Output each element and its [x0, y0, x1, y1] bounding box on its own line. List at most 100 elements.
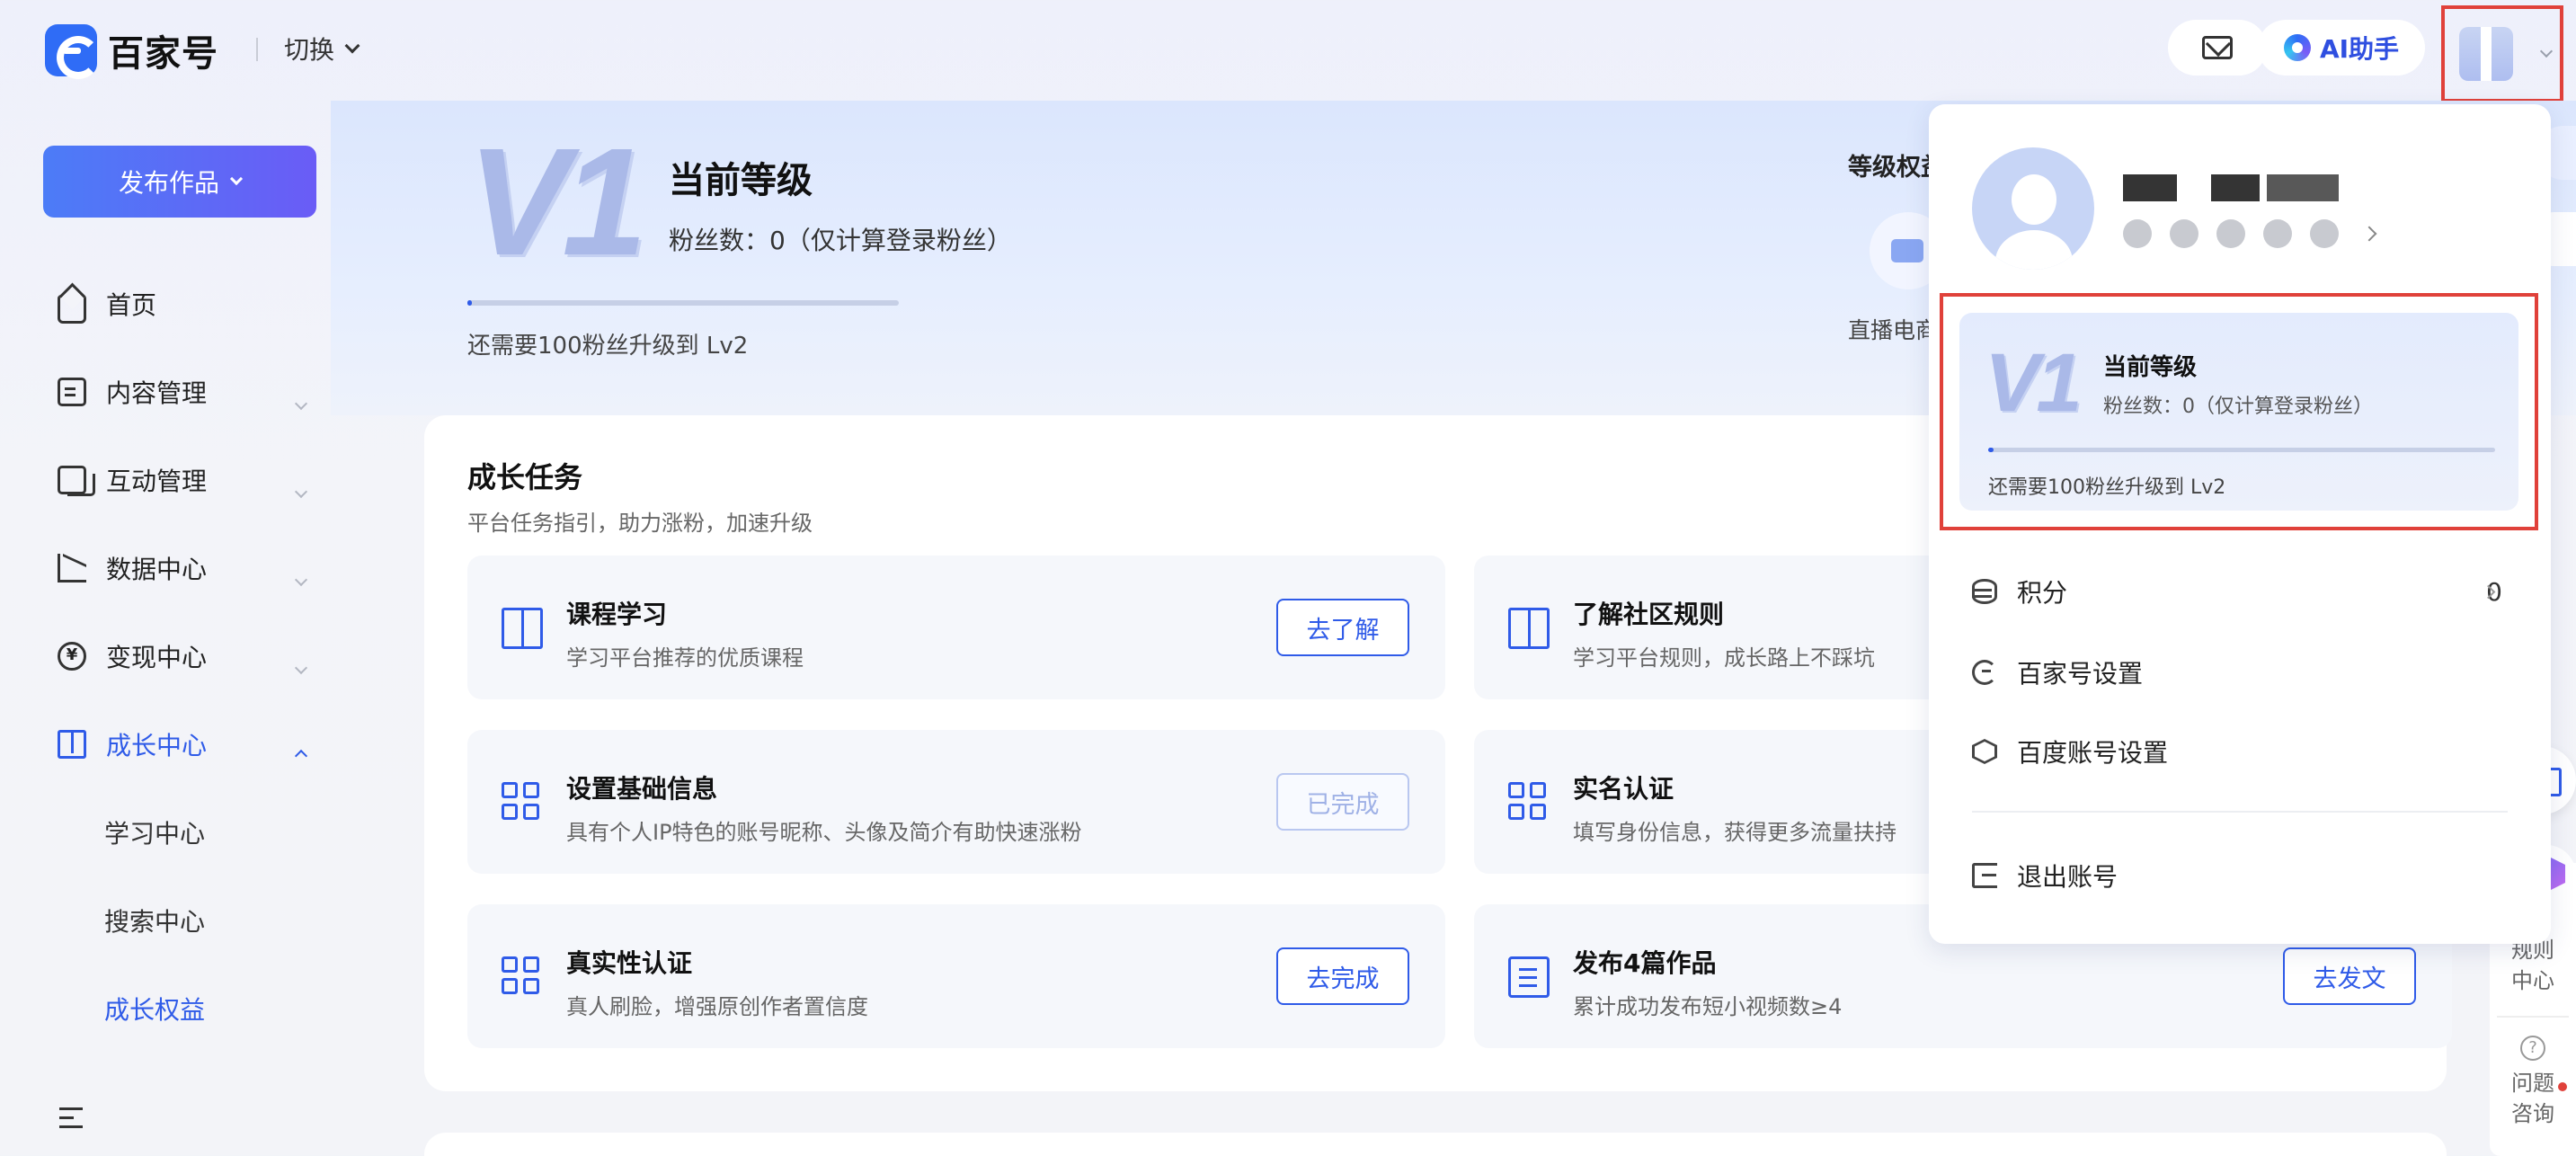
task-desc: 累计成功发布短小视频数≥4	[1573, 994, 1843, 1019]
badge-icon	[2170, 219, 2198, 248]
task-name: 真实性认证	[566, 948, 693, 978]
level-card[interactable]: V1 当前等级 粉丝数：0（仅计算登录粉丝） 还需要100粉丝升级到 Lv2	[1959, 313, 2518, 511]
upgrade-hint: 还需要100粉丝升级到 Lv2	[1988, 476, 2226, 499]
account-badges[interactable]	[2123, 219, 2377, 248]
points-menu-item[interactable]: 积分 0	[1972, 565, 2511, 618]
document-icon	[58, 378, 86, 406]
user-dropdown-menu: V1 当前等级 粉丝数：0（仅计算登录粉丝） 还需要100粉丝升级到 Lv2 积…	[1929, 104, 2551, 944]
task-desc: 学习平台规则，成长路上不踩坑	[1573, 645, 1875, 671]
chevron-right-icon	[2361, 226, 2377, 242]
baijiahao-settings-label: 百家号设置	[2017, 659, 2144, 689]
coins-icon	[1972, 579, 1997, 604]
task-name: 实名认证	[1573, 774, 1674, 804]
chevron-down-icon	[344, 38, 360, 54]
task-name: 课程学习	[566, 600, 668, 629]
username-redacted	[2123, 174, 2344, 205]
divider	[1972, 811, 2508, 813]
task-desc: 学习平台推荐的优质课程	[566, 645, 804, 671]
home-icon	[58, 295, 86, 324]
sidebar-item-label: 内容管理	[106, 378, 208, 408]
logout-label: 退出账号	[2017, 862, 2119, 892]
switch-account-button[interactable]: 切换	[284, 31, 360, 67]
baidu-account-settings-item[interactable]: 百度账号设置	[1972, 725, 2511, 778]
help-consult-label: 问题咨询	[2511, 1071, 2554, 1126]
logo-text: 百家号	[108, 33, 218, 75]
baijiahao-logo-icon	[45, 24, 100, 79]
rules-center-button[interactable]: 规则中心	[2490, 935, 2576, 996]
sidebar-subitem-learning[interactable]: 学习中心	[104, 814, 205, 850]
sidebar-subitem-rights[interactable]: 成长权益	[104, 991, 205, 1027]
sidebar-item-content[interactable]: 内容管理	[58, 365, 309, 419]
grid-icon	[1508, 782, 1550, 823]
chevron-down-icon	[289, 561, 308, 591]
logo[interactable]: 百家号	[45, 24, 218, 79]
chevron-down-icon	[229, 172, 244, 186]
sidebar-item-label: 互动管理	[106, 467, 208, 496]
top-bar: 百家号 切换 AI助手	[0, 0, 2576, 102]
notification-dot	[2558, 1082, 2567, 1091]
growth-tasks-subtitle: 平台任务指引，助力涨粉，加速升级	[467, 511, 813, 536]
task-card: 真实性认证 真人刷脸，增强原创作者置信度 去完成	[467, 904, 1445, 1048]
badge-icon	[2263, 219, 2292, 248]
baijiahao-settings-item[interactable]: 百家号设置	[1972, 645, 2511, 699]
sidebar-item-monetization[interactable]: ¥ 变现中心	[58, 629, 309, 683]
task-card: 设置基础信息 具有个人IP特色的账号昵称、头像及简介有助快速涨粉 已完成	[467, 730, 1445, 874]
task-name: 发布4篇作品	[1573, 948, 1717, 978]
logout-icon	[1972, 863, 1997, 888]
book-icon	[502, 608, 543, 649]
collapse-sidebar-icon[interactable]	[59, 1107, 86, 1129]
publish-label: 发布作品	[118, 168, 219, 198]
sidebar-item-interaction[interactable]: 互动管理	[58, 453, 309, 507]
level-badge: V1	[467, 117, 647, 288]
sidebar-item-growth[interactable]: 成长中心	[58, 717, 309, 771]
sidebar-subitem-search[interactable]: 搜索中心	[104, 903, 205, 938]
ai-assistant-label: AI助手	[2319, 34, 2400, 64]
sidebar-item-label: 成长中心	[106, 731, 208, 760]
task-complete-button[interactable]: 去完成	[1276, 947, 1409, 1005]
book-icon	[1508, 608, 1550, 649]
article-icon	[1508, 956, 1550, 998]
task-card: 课程学习 学习平台推荐的优质课程 去了解	[467, 556, 1445, 699]
publish-button[interactable]: 发布作品	[43, 146, 316, 218]
task-publish-button[interactable]: 去发文	[2283, 947, 2416, 1005]
task-desc: 具有个人IP特色的账号昵称、头像及简介有助快速涨粉	[566, 820, 1082, 845]
book-icon	[58, 730, 86, 759]
chevron-up-icon	[289, 737, 308, 767]
sidebar: 发布作品 首页 内容管理 互动管理 数据中心 ¥ 变现中心 成长中心 学习中心 …	[0, 99, 331, 1156]
sidebar-item-data[interactable]: 数据中心	[58, 541, 309, 595]
task-learn-button[interactable]: 去了解	[1276, 599, 1409, 656]
live-commerce-label: 直播电商	[1848, 317, 1939, 343]
level-progress-fill	[1988, 448, 1994, 452]
avatar	[2459, 27, 2513, 81]
logout-item[interactable]: 退出账号	[1972, 849, 2511, 903]
messages-button[interactable]	[2168, 20, 2267, 76]
task-completed-button: 已完成	[1276, 773, 1409, 831]
rules-center-label: 规则中心	[2511, 938, 2554, 993]
badge-icon	[2123, 219, 2152, 248]
badge-icon	[2310, 219, 2339, 248]
ai-assistant-icon	[2283, 34, 2311, 61]
user-avatar-menu[interactable]	[2441, 5, 2563, 102]
divider	[256, 38, 258, 61]
level-progress-bar	[467, 300, 899, 306]
points-value-wrap: 0	[2481, 577, 2502, 607]
profile-avatar[interactable]	[1972, 147, 2094, 270]
chevron-down-icon	[2539, 44, 2554, 58]
chevron-down-icon	[289, 473, 308, 502]
settings-hexagon-icon	[1972, 739, 1997, 764]
level-card-highlight: V1 当前等级 粉丝数：0（仅计算登录粉丝） 还需要100粉丝升级到 Lv2	[1940, 293, 2538, 530]
baijiahao-settings-icon	[1972, 660, 1997, 685]
question-icon: ?	[2520, 1036, 2545, 1061]
ai-assistant-button[interactable]: AI助手	[2258, 20, 2425, 76]
sidebar-item-label: 首页	[106, 290, 157, 320]
sidebar-item-home[interactable]: 首页	[58, 277, 309, 331]
sidebar-item-label: 数据中心	[106, 555, 208, 584]
grid-icon	[502, 782, 543, 823]
level-badge: V1	[1985, 337, 2083, 429]
chart-icon	[58, 554, 86, 582]
task-desc: 真人刷脸，增强原创作者置信度	[566, 994, 868, 1019]
chevron-down-icon	[289, 649, 308, 679]
chat-icon	[58, 466, 95, 496]
mail-icon	[2202, 36, 2233, 59]
growth-tasks-title: 成长任务	[467, 460, 583, 494]
